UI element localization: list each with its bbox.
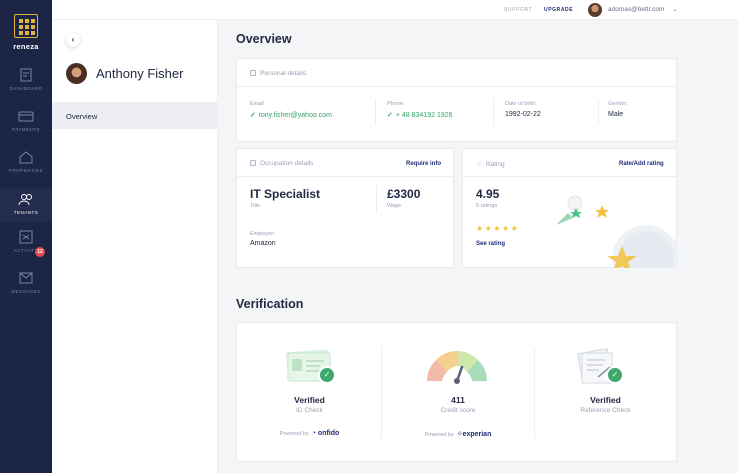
phone-value: ✓ + 48 834192 1926	[387, 112, 453, 119]
activity-icon	[19, 230, 33, 244]
sidebar-item-label: Properties	[9, 168, 43, 173]
back-button[interactable]: ‹	[66, 33, 80, 47]
sidebar-item-label: Tenants	[13, 210, 39, 215]
rating-count: 5 ratings	[476, 203, 498, 209]
see-rating-link[interactable]: See rating	[476, 241, 505, 247]
rating-header: ☆ Rating	[476, 161, 505, 168]
rating-illustration	[556, 195, 676, 268]
user-avatar[interactable]	[588, 3, 602, 17]
divider	[598, 99, 599, 125]
overview-title: Overview	[236, 32, 292, 46]
phone-label: Phone:	[387, 101, 405, 107]
person-icon	[250, 70, 256, 76]
check-circle-icon: ✓	[320, 368, 334, 382]
dashboard-icon	[20, 68, 32, 82]
check-icon: ✓	[250, 112, 256, 119]
credit-score-value: 411	[451, 395, 465, 405]
dob-label: Date of birth:	[505, 101, 537, 107]
id-check-column: ✓ Verified ID Check Powered by ◔ onfido	[237, 323, 382, 463]
payments-icon	[18, 111, 34, 122]
wage-label: Wage	[387, 203, 402, 209]
personal-details-card: Personal details Email: ✓ tony.fisher@yah…	[236, 58, 677, 142]
profile-panel: ‹ Anthony Fisher Overview	[52, 20, 218, 473]
sidebar: reneza Dashboard Payments Properties Ten…	[0, 0, 52, 473]
divider	[237, 86, 676, 87]
wage-value: £3300	[387, 187, 421, 201]
credit-score-label: Credit score	[440, 407, 476, 414]
home-icon	[19, 151, 33, 164]
user-email[interactable]: adomas@bettr.com	[608, 6, 664, 13]
employer-value: Amazon	[250, 240, 276, 247]
experian-logo: ⁘experian	[456, 431, 492, 438]
profile-name: Anthony Fisher	[96, 66, 184, 81]
id-check-powered: Powered by ◔ onfido	[279, 430, 340, 437]
divider	[463, 176, 676, 177]
support-link[interactable]: SUPPORT	[504, 7, 532, 13]
verification-title: Verification	[236, 297, 304, 311]
divider	[237, 176, 453, 177]
upgrade-link[interactable]: UPGRADE	[544, 7, 573, 13]
logo-text: reneza	[13, 42, 39, 51]
rate-link[interactable]: Rate/Add rating	[619, 161, 664, 167]
users-icon	[18, 194, 32, 206]
check-icon: ✓	[387, 112, 393, 119]
sidebar-item-label: Payments	[11, 127, 41, 132]
rating-value: 4.95	[476, 187, 500, 201]
sidebar-item-label: Messages	[11, 289, 41, 294]
lock-icon	[250, 160, 256, 166]
divider	[493, 99, 494, 125]
dob-value: 1992-02-22	[505, 111, 541, 118]
reference-check-status: Verified	[590, 395, 621, 405]
email-label: Email:	[250, 101, 266, 107]
divider	[375, 99, 376, 125]
occupation-card: Occupation details Require info IT Speci…	[236, 148, 454, 268]
logo-icon[interactable]	[14, 14, 38, 38]
chevron-down-icon[interactable]: ⌄	[672, 5, 678, 13]
rating-stars: ★★★★★	[476, 224, 520, 233]
sidebar-item-label: Dashboard	[9, 86, 43, 91]
divider	[376, 185, 377, 213]
credit-score-powered: Powered by ⁘experian	[424, 431, 492, 438]
star-outline-icon: ☆	[476, 161, 482, 168]
occupation-title-label: Title	[250, 203, 261, 209]
profile-avatar	[66, 63, 87, 84]
sidebar-item-tenants[interactable]: Tenants	[0, 188, 52, 222]
verification-card: ✓ Verified ID Check Powered by ◔ onfido 4…	[236, 322, 677, 462]
onfido-logo: ◔ onfido	[311, 430, 340, 437]
rating-card: ☆ Rating Rate/Add rating 4.95 5 ratings ★…	[462, 148, 677, 268]
sidebar-item-payments[interactable]: Payments	[0, 109, 52, 149]
reference-check-label: Reference Check	[580, 407, 631, 414]
gender-value: Male	[608, 111, 624, 118]
credit-score-column: 411 Credit score Powered by ⁘experian	[382, 323, 534, 463]
sidebar-item-activity[interactable]: Activity 12	[0, 230, 52, 270]
activity-badge: 12	[35, 247, 45, 257]
mail-icon	[19, 272, 33, 284]
check-circle-icon: ✓	[608, 368, 622, 382]
tab-overview[interactable]: Overview	[52, 102, 217, 129]
occupation-header: Occupation details	[250, 160, 313, 167]
sidebar-item-dashboard[interactable]: Dashboard	[0, 68, 52, 108]
personal-details-header: Personal details	[250, 70, 306, 77]
sidebar-item-messages[interactable]: Messages	[0, 271, 52, 311]
require-info-link[interactable]: Require info	[406, 161, 441, 167]
employer-label: Employer:	[250, 231, 275, 237]
topbar: SUPPORT UPGRADE adomas@bettr.com ⌄	[52, 0, 738, 20]
id-check-status: Verified	[294, 395, 325, 405]
id-check-label: ID Check	[296, 407, 323, 414]
occupation-title: IT Specialist	[250, 187, 321, 201]
email-value: ✓ tony.fisher@yahoo.com	[250, 112, 332, 119]
gender-label: Gender:	[608, 101, 628, 107]
sidebar-item-properties[interactable]: Properties	[0, 150, 52, 190]
reference-check-column: ✓ Verified Reference Check	[534, 323, 677, 463]
credit-gauge-icon	[427, 351, 487, 384]
